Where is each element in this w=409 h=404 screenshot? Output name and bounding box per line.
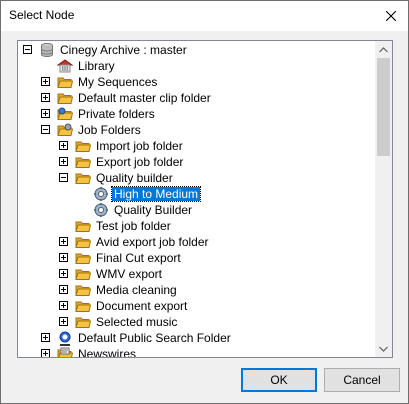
folder-icon [75, 266, 92, 282]
tree-item-label: WMV export [96, 267, 163, 281]
newswire-icon [57, 346, 74, 357]
tree-item[interactable]: Test job folder [18, 218, 378, 234]
tree-item-label: Default master clip folder [78, 91, 211, 105]
folder-icon [57, 74, 74, 90]
tree-item-label: Media cleaning [96, 283, 177, 297]
expand-icon[interactable] [41, 333, 50, 342]
library-icon [56, 58, 74, 74]
expand-icon[interactable] [59, 141, 68, 150]
tree-item-label: Import job folder [96, 139, 183, 153]
tree-item[interactable]: Job Folders [18, 122, 378, 138]
folder-icon [75, 170, 92, 186]
expand-icon[interactable] [59, 301, 68, 310]
collapse-icon[interactable] [59, 173, 68, 182]
collapse-icon[interactable] [23, 45, 32, 54]
folder-icon [75, 298, 92, 314]
select-node-dialog: Select Node Cinegy Archive : master Libra… [0, 0, 409, 404]
gear-icon [93, 202, 109, 218]
tree-item[interactable]: Private folders [18, 106, 378, 122]
tree-item[interactable]: Quality builder [18, 170, 378, 186]
tree-item-label: High to Medium [110, 186, 202, 202]
collapse-icon[interactable] [41, 125, 50, 134]
tree-item[interactable]: Import job folder [18, 138, 378, 154]
tree-item-label: Document export [96, 299, 188, 313]
dialog-title: Select Node [9, 8, 75, 22]
job-folder-icon [57, 122, 74, 138]
tree-item[interactable]: My Sequences [18, 74, 378, 90]
scroll-down-button[interactable] [375, 340, 392, 357]
expand-icon[interactable] [41, 109, 50, 118]
expand-icon[interactable] [41, 93, 50, 102]
tree-item-label: Quality Builder [114, 203, 193, 217]
tree-item[interactable]: Document export [18, 298, 378, 314]
expand-icon[interactable] [59, 285, 68, 294]
ok-button[interactable]: OK [241, 368, 317, 392]
tree-item[interactable]: Default master clip folder [18, 90, 378, 106]
expand-icon[interactable] [59, 157, 68, 166]
chevron-up-icon [379, 46, 388, 52]
tree-item[interactable]: Avid export job folder [18, 234, 378, 250]
tree-item[interactable]: Export job folder [18, 154, 378, 170]
tree-item[interactable]: WMV export [18, 266, 378, 282]
scroll-up-button[interactable] [375, 41, 392, 58]
expand-icon[interactable] [59, 237, 68, 246]
tree-item[interactable]: Cinegy Archive : master [18, 42, 378, 58]
cancel-button[interactable]: Cancel [324, 368, 400, 392]
expand-icon[interactable] [41, 77, 50, 86]
tree-item[interactable]: Quality Builder [18, 202, 378, 218]
folder-icon [75, 250, 92, 266]
folder-icon [75, 138, 92, 154]
expand-icon[interactable] [59, 253, 68, 262]
expand-icon[interactable] [59, 269, 68, 278]
tree-item-label: My Sequences [78, 75, 158, 89]
folder-icon [57, 90, 74, 106]
tree-item-label: Test job folder [96, 219, 171, 233]
close-button[interactable] [374, 1, 408, 31]
database-icon [39, 42, 55, 58]
gear-icon [93, 186, 109, 202]
folder-icon [75, 154, 92, 170]
tree-item[interactable]: Selected music [18, 314, 378, 330]
scroll-thumb[interactable] [377, 58, 390, 156]
folder-icon [75, 314, 92, 330]
folder-icon [75, 234, 92, 250]
tree-item[interactable]: High to Medium [18, 186, 378, 202]
node-tree[interactable]: Cinegy Archive : master Library My Sequenc… [17, 40, 393, 358]
tree-item-label: Newswires [78, 347, 137, 358]
title-bar: Select Node [1, 1, 408, 31]
tree-item-label: Cinegy Archive : master [60, 43, 187, 57]
tree-item[interactable]: Library [18, 58, 378, 74]
tree-item-label: Default Public Search Folder [78, 331, 231, 345]
expand-icon[interactable] [41, 349, 50, 357]
tree-item[interactable]: Media cleaning [18, 282, 378, 298]
chevron-down-icon [379, 346, 388, 352]
search-folder-icon [57, 330, 73, 346]
tree-item[interactable]: Default Public Search Folder [18, 330, 378, 346]
tree-item-label: Quality builder [96, 171, 173, 185]
tree-item-label: Final Cut export [96, 251, 181, 265]
private-folder-icon [57, 106, 74, 122]
close-icon [386, 11, 396, 21]
vertical-scrollbar[interactable] [375, 41, 392, 357]
tree-item-label: Private folders [78, 107, 155, 121]
tree-rows: Cinegy Archive : master Library My Sequenc… [18, 41, 378, 357]
tree-item[interactable]: Final Cut export [18, 250, 378, 266]
folder-icon [75, 282, 92, 298]
tree-item-label: Job Folders [78, 123, 141, 137]
tree-item-label: Avid export job folder [96, 235, 209, 249]
tree-item-label: Selected music [96, 315, 178, 329]
tree-item-label: Library [78, 59, 115, 73]
tree-item-label: Export job folder [96, 155, 184, 169]
tree-item[interactable]: Newswires [18, 346, 378, 358]
folder-icon [75, 218, 92, 234]
expand-icon[interactable] [59, 317, 68, 326]
